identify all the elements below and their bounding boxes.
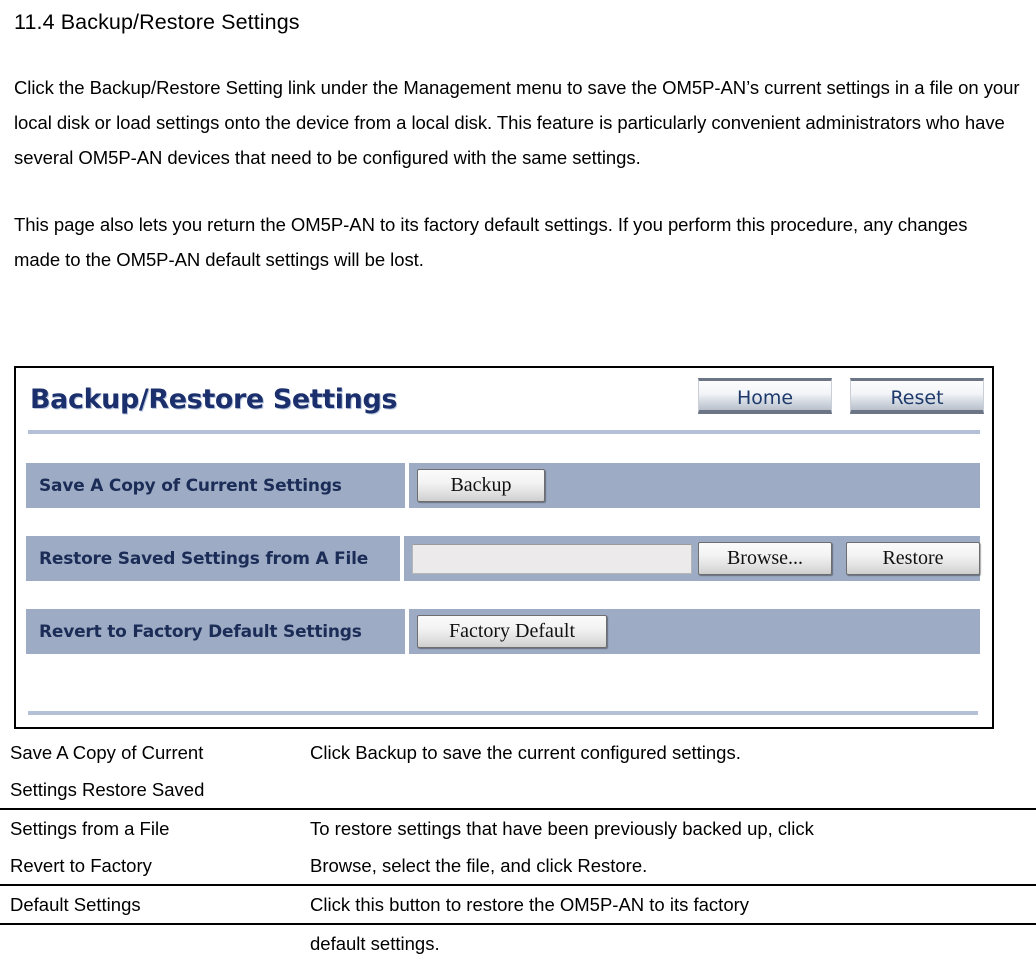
row-label-save-copy: Save A Copy of Current Settings [26,463,405,508]
term-cell: Save A Copy of Current Settings Restore … [0,734,305,809]
term-line: Settings Restore Saved [10,779,205,800]
backup-button[interactable]: Backup [417,469,545,502]
router-ui-screenshot: Backup/Restore Settings Home Reset Save … [14,366,994,729]
settings-rows: Save A Copy of Current Settings Backup R… [26,463,980,682]
row-restore-file: Restore Saved Settings from A File Brows… [26,536,980,581]
panel-header: Backup/Restore Settings Home Reset [16,368,992,434]
browse-button[interactable]: Browse... [698,542,832,575]
restore-button[interactable]: Restore [846,542,980,575]
row-label-restore-file: Restore Saved Settings from A File [26,536,400,581]
panel-bottom-divider [28,711,978,715]
paragraph-factory-reset: This page also lets you return the OM5P-… [14,213,968,270]
panel-title: Backup/Restore Settings [30,384,398,415]
table-row: Default Settings Click this button to re… [0,884,1036,925]
table-row: Save A Copy of Current Settings Restore … [0,734,1036,809]
description-line: default settings. [310,933,440,954]
term-line: Save A Copy of Current [10,742,204,763]
row-value-restore-file: Browse... Restore [404,536,980,581]
row-value-factory-default: Factory Default [409,609,980,654]
term-cell: Settings from a File Revert to Factory [0,808,305,885]
term-cell-empty [0,924,305,962]
factory-default-button[interactable]: Factory Default [417,615,607,648]
row-factory-default: Revert to Factory Default Settings Facto… [26,609,980,654]
term-line: Settings from a File [10,818,170,839]
row-save-copy: Save A Copy of Current Settings Backup [26,463,980,508]
reset-button[interactable]: Reset [850,378,984,414]
row-label-factory-default: Revert to Factory Default Settings [26,609,405,654]
description-line: Browse, select the file, and click Resto… [310,855,648,876]
restore-file-input[interactable] [412,543,692,574]
table-row: Settings from a File Revert to Factory T… [0,808,1036,885]
document-body: 11.4 Backup/Restore Settings Click the B… [0,0,1036,277]
description-line: Click Backup to save the current configu… [310,742,741,763]
table-row: default settings. [0,924,1036,962]
description-cell: default settings. [305,924,1036,962]
description-line: Click this button to restore the OM5P-AN… [310,894,750,915]
description-cell: To restore settings that have been previ… [305,808,1036,885]
home-button[interactable]: Home [698,378,832,414]
panel-header-buttons: Home Reset [698,378,984,414]
paragraph-intro: Click the Backup/Restore Setting link un… [14,76,1020,168]
description-cell: Click this button to restore the OM5P-AN… [305,884,1036,925]
term-line: Default Settings [10,894,141,915]
description-cell: Click Backup to save the current configu… [305,734,1036,809]
field-description-table: Save A Copy of Current Settings Restore … [0,734,1036,962]
description-line: To restore settings that have been previ… [310,818,814,839]
row-value-save-copy: Backup [409,463,980,508]
page-title: 11.4 Backup/Restore Settings [14,10,300,34]
term-cell: Default Settings [0,884,305,925]
title-divider [28,430,980,434]
term-line: Revert to Factory [10,855,152,876]
